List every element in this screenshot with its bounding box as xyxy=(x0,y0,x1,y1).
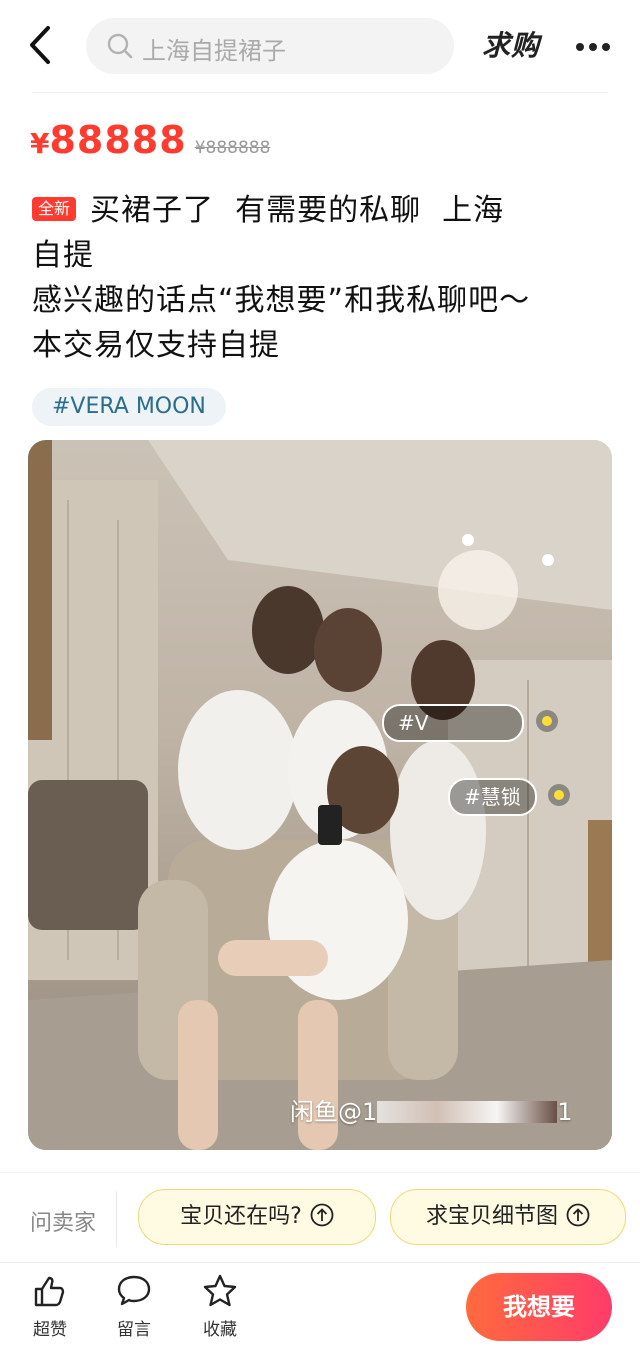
photo-tag-1-dot[interactable] xyxy=(536,710,558,732)
qiugou-button[interactable]: 求购 xyxy=(482,24,540,64)
star-icon xyxy=(203,1274,237,1307)
back-icon[interactable] xyxy=(22,22,62,68)
title-line-1: 全新 买裙子了 有需要的私聊 上海 xyxy=(32,188,592,233)
product-photo[interactable]: #V #慧锁 闲鱼@1 1 xyxy=(28,440,612,1150)
want-button[interactable]: 我想要 xyxy=(466,1273,612,1341)
price-currency: ¥ xyxy=(30,127,50,160)
comment-icon xyxy=(117,1275,151,1306)
watermark-tail: 1 xyxy=(557,1098,573,1126)
bottom-action-bar: 超赞 留言 收藏 我想要 xyxy=(0,1262,640,1355)
new-badge: 全新 xyxy=(32,197,77,221)
search-icon xyxy=(107,33,133,59)
ask-chip-1-label: 宝贝还在吗? xyxy=(180,1204,302,1229)
title-text-1: 买裙子了 有需要的私聊 上海 xyxy=(90,193,505,228)
favorite-button[interactable]: 收藏 xyxy=(192,1273,248,1349)
search-placeholder: 上海自提裙子 xyxy=(142,37,286,65)
photo-tag-2[interactable]: #慧锁 xyxy=(448,778,537,816)
more-icon[interactable] xyxy=(576,36,620,54)
comment-label: 留言 xyxy=(117,1320,151,1340)
ask-chip-detail-photos[interactable]: 求宝贝细节图 xyxy=(390,1189,626,1245)
photo-tag-2-dot[interactable] xyxy=(548,784,570,806)
photo-tag-2-text: #慧锁 xyxy=(464,785,521,809)
photo-tag-1-text: #V xyxy=(398,711,429,735)
original-price: ¥888888 xyxy=(194,138,271,158)
ask-separator xyxy=(116,1191,117,1247)
arrow-up-circle-icon xyxy=(310,1203,334,1227)
top-bar: 上海自提裙子 求购 xyxy=(0,0,640,92)
photo-tag-1[interactable]: #V xyxy=(382,704,524,742)
ask-seller-row: 问卖家 宝贝还在吗? 求宝贝细节图 xyxy=(0,1172,640,1263)
comment-button[interactable]: 留言 xyxy=(106,1273,162,1349)
ask-chip-2-label: 求宝贝细节图 xyxy=(425,1204,558,1229)
search-input[interactable]: 上海自提裙子 xyxy=(86,18,454,74)
title-line-3: 感兴趣的话点“我想要”和我私聊吧～ xyxy=(32,283,531,318)
arrow-up-circle-icon xyxy=(566,1203,590,1227)
like-label: 超赞 xyxy=(33,1320,67,1340)
header-divider xyxy=(32,92,608,93)
favorite-label: 收藏 xyxy=(203,1320,237,1340)
topic-tag[interactable]: #VERA MOON xyxy=(32,388,226,426)
watermark-text: 闲鱼@1 xyxy=(290,1098,378,1126)
like-button[interactable]: 超赞 xyxy=(22,1273,78,1349)
ask-seller-label[interactable]: 问卖家 xyxy=(30,1205,96,1237)
price-value: 88888 xyxy=(49,118,187,162)
title-line-4: 本交易仅支持自提 xyxy=(32,328,280,363)
watermark: 闲鱼@1 1 xyxy=(290,1092,573,1127)
thumbs-up-icon xyxy=(34,1276,65,1307)
price-row: ¥88888 ¥888888 xyxy=(30,118,270,168)
watermark-redaction xyxy=(377,1101,558,1123)
ask-chip-still-available[interactable]: 宝贝还在吗? xyxy=(138,1189,376,1245)
title-line-2: 自提 xyxy=(32,238,94,273)
listing-description: 全新 买裙子了 有需要的私聊 上海 自提 感兴趣的话点“我想要”和我私聊吧～ 本交… xyxy=(32,188,592,368)
